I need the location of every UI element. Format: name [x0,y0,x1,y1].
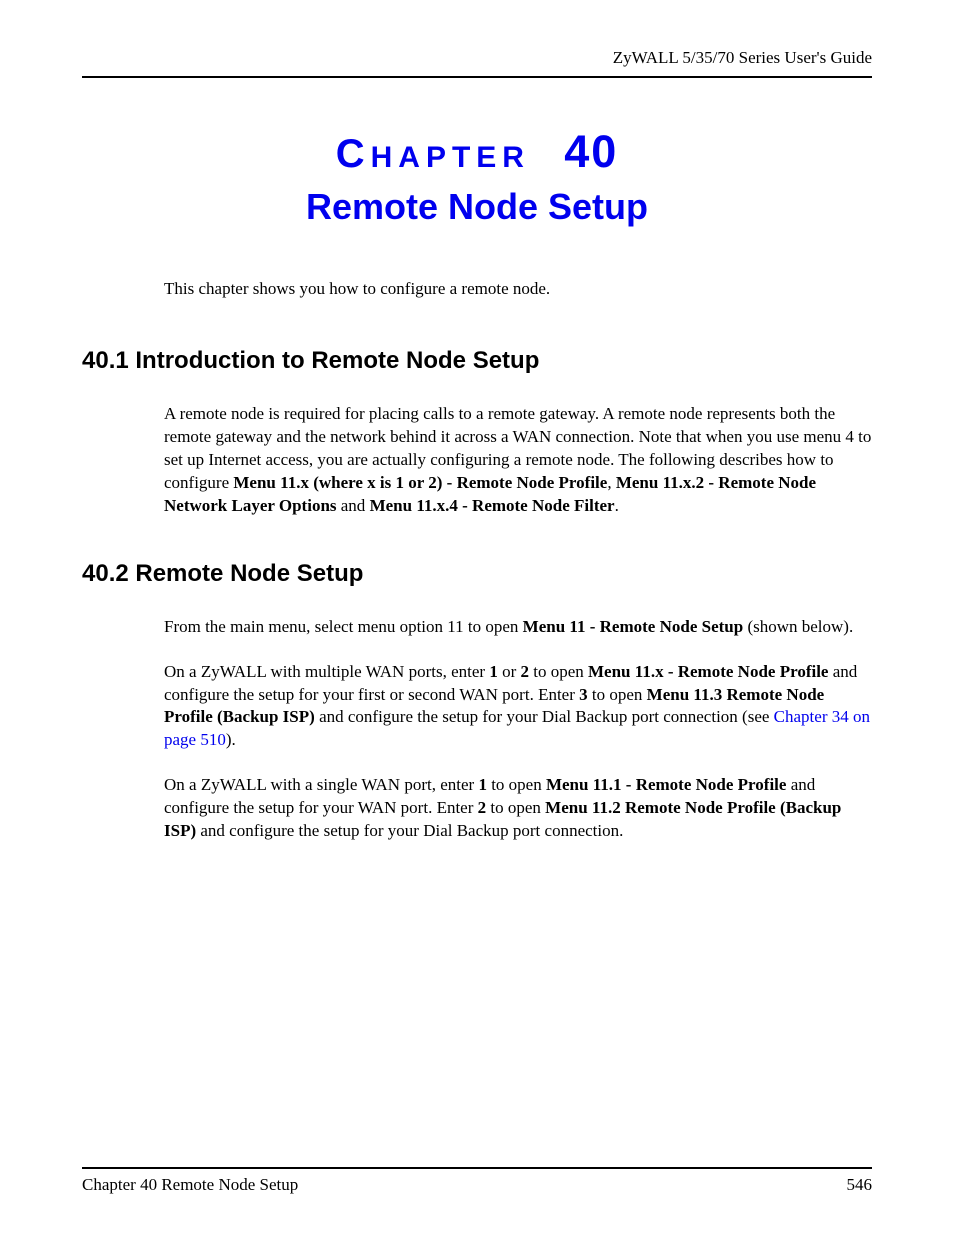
chapter-label-rest: HAPTER [371,141,530,174]
bold-text: 1 [478,775,487,794]
text: to open [486,798,545,817]
footer-divider [82,1167,872,1169]
text: From the main menu, select menu option 1… [164,617,523,636]
text: On a ZyWALL with a single WAN port, ente… [164,775,478,794]
text: and configure the setup for your Dial Ba… [315,707,774,726]
header-divider [82,76,872,78]
section-40-2-paragraph-1: From the main menu, select menu option 1… [164,616,872,639]
intro-paragraph: This chapter shows you how to configure … [164,278,872,301]
text: (shown below). [743,617,853,636]
bold-text: 2 [520,662,529,681]
text: ). [226,730,236,749]
bold-text: Menu 11.x (where x is 1 or 2) - Remote N… [233,473,607,492]
bold-text: Menu 11 - Remote Node Setup [523,617,744,636]
chapter-number: 40 [564,126,618,177]
text: , [607,473,616,492]
text: and configure the setup for your Dial Ba… [196,821,623,840]
text: to open [588,685,647,704]
bold-text: Menu 11.x.4 - Remote Node Filter [370,496,615,515]
text: and [337,496,370,515]
section-40-1-heading: 40.1 Introduction to Remote Node Setup [82,347,872,375]
text: . [615,496,619,515]
text: or [498,662,521,681]
bold-text: 3 [579,685,588,704]
bold-text: Menu 11.x - Remote Node Profile [588,662,828,681]
chapter-label-c: C [336,132,371,176]
text: to open [529,662,588,681]
text: On a ZyWALL with multiple WAN ports, ent… [164,662,489,681]
chapter-label: CHAPTER 40 [82,126,872,178]
section-40-2-heading: 40.2 Remote Node Setup [82,560,872,588]
section-40-2-paragraph-2: On a ZyWALL with multiple WAN ports, ent… [164,661,872,753]
chapter-title: Remote Node Setup [82,186,872,228]
section-40-1-paragraph: A remote node is required for placing ca… [164,403,872,518]
bold-text: 2 [478,798,487,817]
section-40-2-paragraph-3: On a ZyWALL with a single WAN port, ente… [164,774,872,843]
page-footer: Chapter 40 Remote Node Setup 546 [82,1167,872,1195]
bold-text: 1 [489,662,498,681]
header-guide-title: ZyWALL 5/35/70 Series User's Guide [82,48,872,68]
footer-chapter-label: Chapter 40 Remote Node Setup [82,1175,298,1195]
page-number: 546 [847,1175,873,1195]
bold-text: Menu 11.1 - Remote Node Profile [546,775,786,794]
text: to open [487,775,546,794]
